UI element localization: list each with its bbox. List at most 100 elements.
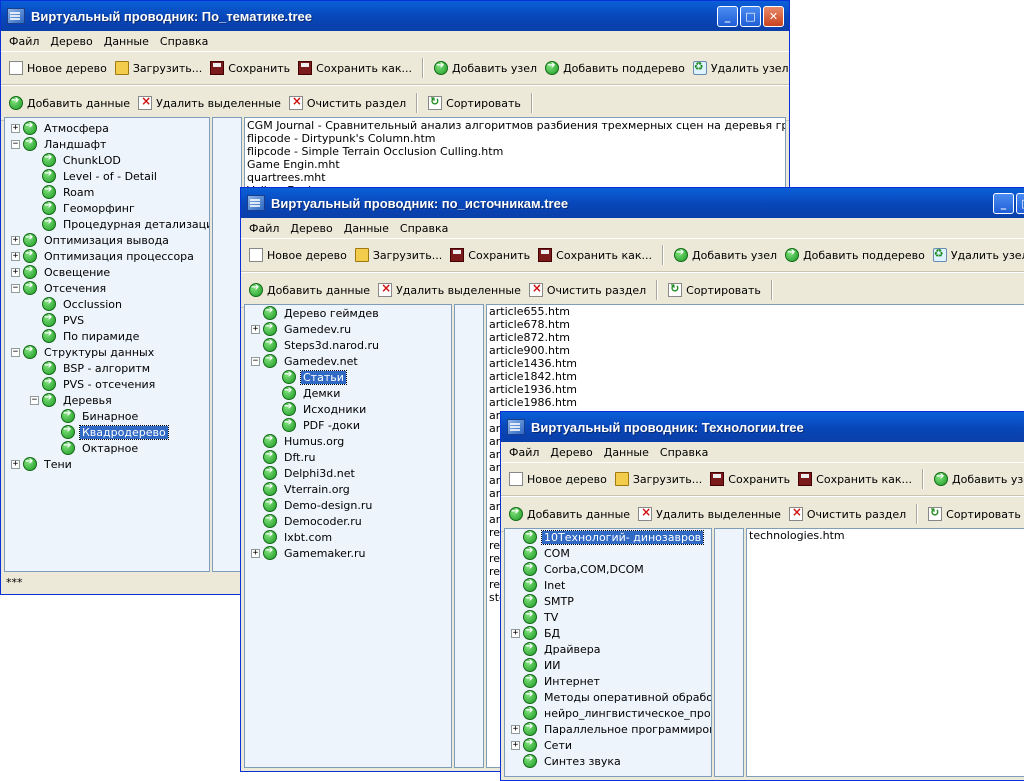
tree-node-label[interactable]: Ixbt.com xyxy=(282,531,334,544)
new-tree-button[interactable]: Новое дерево xyxy=(245,248,351,262)
tree-node-label[interactable]: Сети xyxy=(542,739,574,752)
list-item[interactable]: article678.htm xyxy=(487,318,1024,331)
load-button[interactable]: Загрузить... xyxy=(111,61,206,75)
expand-icon[interactable]: + xyxy=(11,123,20,133)
list-item[interactable]: article1936.htm xyxy=(487,383,1024,396)
menu-data[interactable]: Данные xyxy=(100,35,153,48)
tree-node-label[interactable]: TV xyxy=(542,611,560,624)
titlebar[interactable]: Виртуальный проводник: Технологии.tree xyxy=(501,412,1024,442)
tree-node-label[interactable]: Demo-design.ru xyxy=(282,499,374,512)
tree-node-label[interactable]: Roam xyxy=(61,186,96,199)
tree-node-label[interactable]: PVS xyxy=(61,314,86,327)
tree-node[interactable]: Occlussion xyxy=(5,296,209,312)
tree-node-label[interactable]: ИИ xyxy=(542,659,562,672)
tree-node-label[interactable]: BSP - алгоритм xyxy=(61,362,152,375)
tree-node-label[interactable]: Оптимизация вывода xyxy=(42,234,171,247)
list-item[interactable]: article1842.htm xyxy=(487,370,1024,383)
tree-node-label[interactable]: Corba,COM,DCOM xyxy=(542,563,646,576)
titlebar[interactable]: Виртуальный проводник: По_тематике.tree … xyxy=(1,1,789,31)
tree-node-label[interactable]: Демки xyxy=(301,387,342,400)
tree-node-label[interactable]: Gamedev.ru xyxy=(282,323,353,336)
tree-node-label[interactable]: PVS - отсечения xyxy=(61,378,157,391)
list-item[interactable]: article872.htm xyxy=(487,331,1024,344)
load-button[interactable]: Загрузить... xyxy=(351,248,446,262)
sort-button[interactable]: Сортировать xyxy=(424,95,525,110)
tree-node[interactable]: Квадродерево xyxy=(5,424,209,440)
tree-node-label[interactable]: Inet xyxy=(542,579,567,592)
expand-icon[interactable]: + xyxy=(511,628,520,638)
delete-node-button[interactable]: Удалить узел xyxy=(689,60,789,75)
tree-node[interactable]: + Тени xyxy=(5,456,209,472)
menu-data[interactable]: Данные xyxy=(340,222,393,235)
expand-icon[interactable]: + xyxy=(251,324,260,334)
menu-file[interactable]: Файл xyxy=(5,35,43,48)
tree-node[interactable]: + Сети xyxy=(505,737,711,753)
menu-tree[interactable]: Дерево xyxy=(286,222,336,235)
menu-tree[interactable]: Дерево xyxy=(546,446,596,459)
add-node-button[interactable]: Добавить узел xyxy=(930,471,1024,486)
file-list[interactable]: technologies.htm xyxy=(746,528,1024,777)
tree-node-label[interactable]: COM xyxy=(542,547,572,560)
expand-icon[interactable]: + xyxy=(11,267,20,277)
collapse-icon[interactable]: − xyxy=(251,356,260,366)
tree-node-label[interactable]: Dft.ru xyxy=(282,451,317,464)
tree-node[interactable]: Inet xyxy=(505,577,711,593)
tree-node[interactable]: COM xyxy=(505,545,711,561)
tree-node[interactable]: Процедурная детализация xyxy=(5,216,209,232)
tree-node-label[interactable]: Delphi3d.net xyxy=(282,467,357,480)
list-item[interactable]: article655.htm xyxy=(487,305,1024,318)
menu-help[interactable]: Справка xyxy=(656,446,712,459)
expand-icon[interactable]: + xyxy=(511,740,520,750)
save-button[interactable]: Сохранить xyxy=(706,472,794,486)
add-node-button[interactable]: Добавить узел xyxy=(670,247,781,262)
tree-node[interactable]: Статьи xyxy=(245,369,451,385)
collapse-icon[interactable]: − xyxy=(11,283,20,293)
tree-node[interactable]: PDF -доки xyxy=(245,417,451,433)
tree-node[interactable]: − Отсечения xyxy=(5,280,209,296)
tree-node-label[interactable]: SMTP xyxy=(542,595,576,608)
tree-node[interactable]: Ixbt.com xyxy=(245,529,451,545)
tree-node-label[interactable]: Интернет xyxy=(542,675,602,688)
delete-selected-button[interactable]: Удалить выделенные xyxy=(634,505,785,521)
tree-node-label[interactable]: PDF -доки xyxy=(301,419,362,432)
tree-node[interactable]: Методы оперативной обработки xyxy=(505,689,711,705)
load-button[interactable]: Загрузить... xyxy=(611,472,706,486)
tree-node[interactable]: Дерево геймдев xyxy=(245,305,451,321)
tree-node-label[interactable]: Оптимизация процессора xyxy=(42,250,196,263)
tree-node-label[interactable]: Структуры данных xyxy=(42,346,156,359)
tree-node[interactable]: + Оптимизация процессора xyxy=(5,248,209,264)
save-as-button[interactable]: Сохранить как... xyxy=(794,472,916,486)
tree-node-label[interactable]: Дерево геймдев xyxy=(282,307,381,320)
list-item[interactable]: quartrees.mht xyxy=(245,171,785,184)
tree-node-label[interactable]: Gamedev.net xyxy=(282,355,360,368)
maximize-button[interactable]: □ xyxy=(1016,193,1024,214)
tree-node-label[interactable]: Процедурная детализация xyxy=(61,218,209,231)
tree-node-label[interactable]: Драйвера xyxy=(542,643,602,656)
tree-node[interactable]: Roam xyxy=(5,184,209,200)
tree-node[interactable]: + БД xyxy=(505,625,711,641)
expand-icon[interactable]: + xyxy=(11,251,20,261)
collapse-icon[interactable]: − xyxy=(11,347,20,357)
tree-node-label[interactable]: Vterrain.org xyxy=(282,483,352,496)
menu-file[interactable]: Файл xyxy=(245,222,283,235)
tree-node[interactable]: + Gamemaker.ru xyxy=(245,545,451,561)
tree-node-label[interactable]: Level - of - Detail xyxy=(61,170,159,183)
panel-splitter[interactable] xyxy=(454,304,484,768)
expand-icon[interactable]: + xyxy=(11,235,20,245)
expand-icon[interactable]: + xyxy=(11,459,20,469)
tree-node-label[interactable]: 10Технологий- динозавров xyxy=(540,529,705,545)
tree-node[interactable]: Corba,COM,DCOM xyxy=(505,561,711,577)
tree-node-label[interactable]: Democoder.ru xyxy=(282,515,364,528)
tree-node-label[interactable]: Бинарное xyxy=(80,410,140,423)
tree-node[interactable]: Demo-design.ru xyxy=(245,497,451,513)
clear-section-button[interactable]: Очистить раздел xyxy=(785,505,910,521)
expand-icon[interactable]: + xyxy=(511,724,520,734)
add-subtree-button[interactable]: Добавить поддерево xyxy=(541,60,689,75)
tree-node[interactable]: Delphi3d.net xyxy=(245,465,451,481)
delete-node-button[interactable]: Удалить узел xyxy=(929,247,1024,262)
tree-view[interactable]: 10Технологий- динозавров COM Corba,COM,DCO… xyxy=(504,528,712,777)
tree-node-label[interactable]: нейро_лингвистическое_програ xyxy=(542,707,711,720)
sort-button[interactable]: Сортировать xyxy=(924,506,1024,521)
tree-node[interactable]: Демки xyxy=(245,385,451,401)
tree-node[interactable]: ChunkLOD xyxy=(5,152,209,168)
